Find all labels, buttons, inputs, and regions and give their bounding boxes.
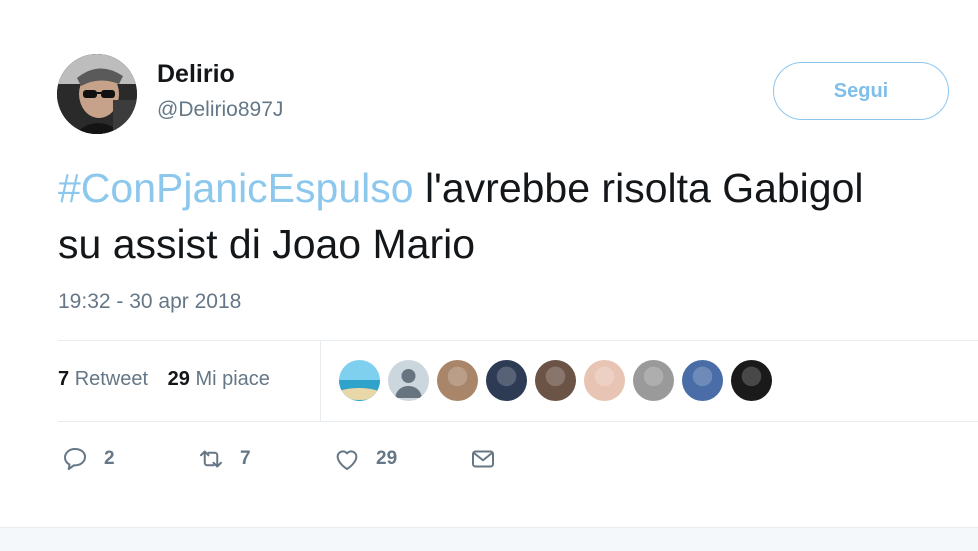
divider (58, 421, 978, 422)
tweet-stats: 7 Retweet 29 Mi piace (58, 368, 284, 391)
default-profile-icon (388, 360, 429, 401)
follow-button[interactable]: Segui (773, 62, 949, 120)
liker-avatar-7[interactable] (633, 360, 674, 401)
liker-avatar-6[interactable] (584, 360, 625, 401)
reply-action[interactable]: 2 (60, 444, 115, 474)
liker-avatar-3[interactable] (437, 360, 478, 401)
envelope-icon (472, 450, 494, 468)
author-avatar-image (57, 54, 137, 134)
like-count: 29 (376, 448, 398, 469)
retweet-count: 7 (240, 448, 251, 469)
liker-avatar-beach[interactable] (339, 360, 380, 401)
heart-icon (336, 450, 358, 470)
tweet-timestamp[interactable]: 19:32 - 30 apr 2018 (58, 290, 241, 314)
author-avatar[interactable] (57, 54, 137, 134)
retweet-action[interactable]: 7 (196, 444, 251, 474)
retweet-stat[interactable]: 7 Retweet (58, 368, 148, 390)
hashtag-link[interactable]: #ConPjanicEspulso (58, 165, 414, 211)
liker-avatar-8[interactable] (682, 360, 723, 401)
author-handle[interactable]: @Delirio897J (157, 98, 283, 122)
author-display-name[interactable]: Delirio (157, 60, 235, 89)
likers-avatar-list (339, 360, 772, 401)
reply-count: 2 (104, 448, 115, 469)
liker-avatar-9[interactable] (731, 360, 772, 401)
tweet-text-line-1-rest: l'avrebbe risolta Gabigol (413, 165, 864, 211)
retweet-stat-label: Retweet (74, 368, 149, 390)
tweet-text: #ConPjanicEspulso l'avrebbe risolta Gabi… (58, 160, 978, 272)
divider-vertical (320, 341, 321, 421)
bottom-bar (0, 527, 978, 551)
liker-avatar-4[interactable] (486, 360, 527, 401)
direct-message-action[interactable] (468, 444, 498, 474)
liker-avatar-5[interactable] (535, 360, 576, 401)
like-action[interactable]: 29 (332, 444, 397, 474)
tweet-text-line-1: #ConPjanicEspulso l'avrebbe risolta Gabi… (58, 160, 978, 216)
liker-avatar-default[interactable] (388, 360, 429, 401)
like-stat[interactable]: 29 Mi piace (168, 368, 270, 390)
beach-photo-icon (339, 360, 380, 401)
reply-icon (64, 448, 86, 470)
retweet-icon (200, 450, 222, 468)
retweet-stat-count: 7 (58, 368, 70, 390)
like-stat-label: Mi piace (195, 368, 270, 390)
divider (58, 340, 978, 341)
tweet-text-line-2: su assist di Joao Mario (58, 221, 476, 267)
like-stat-count: 29 (167, 368, 190, 390)
